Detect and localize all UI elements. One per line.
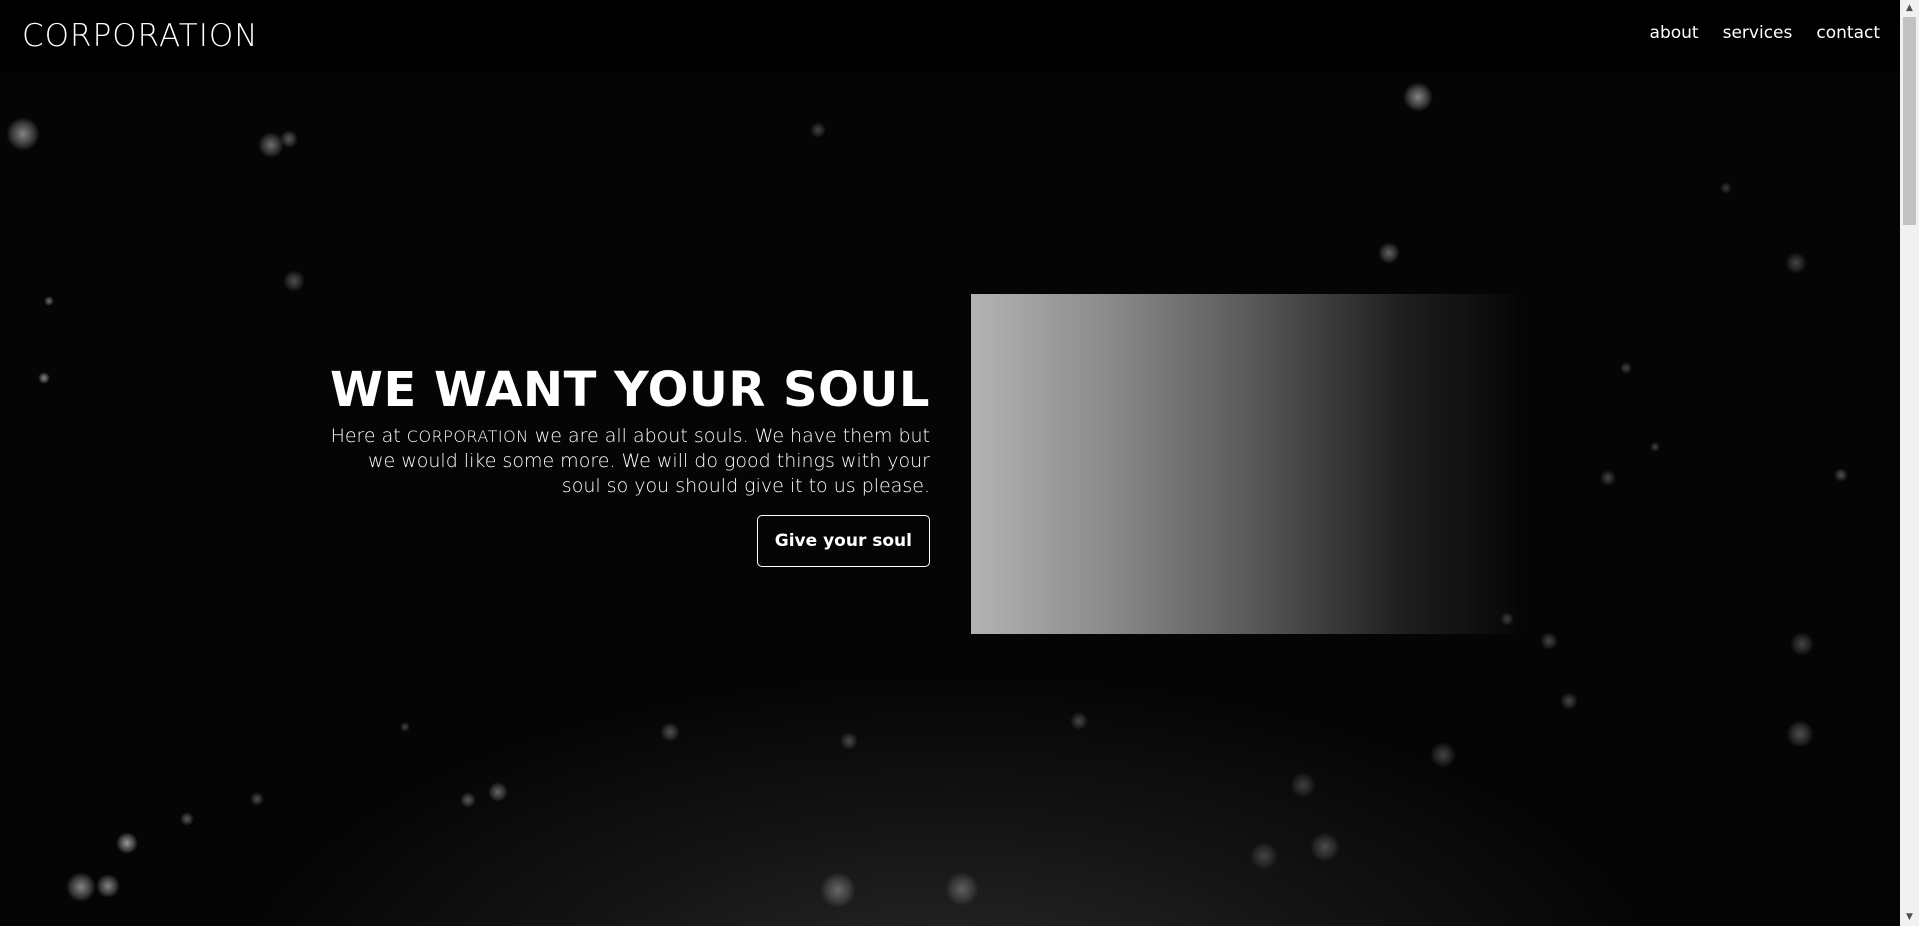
bokeh-background-image [0, 72, 1900, 926]
scrollbar-thumb[interactable] [1903, 17, 1916, 225]
nav-link-about[interactable]: about [1650, 22, 1699, 44]
site-header: CORPORATION about services contact [0, 0, 1900, 72]
hero-section: WE WANT YOUR SOUL Here at CORPORATION we… [0, 72, 1900, 926]
hero-gradient-image [971, 294, 1526, 634]
vertical-scrollbar[interactable]: ▲ ▼ [1900, 0, 1919, 926]
site-logo[interactable]: CORPORATION [22, 16, 258, 56]
nav-link-contact[interactable]: contact [1816, 22, 1880, 44]
hero-title: WE WANT YOUR SOUL [330, 362, 930, 418]
give-your-soul-button[interactable]: Give your soul [756, 515, 930, 567]
hero-description: Here at CORPORATION we are all about sou… [330, 424, 930, 499]
hero-text-block: WE WANT YOUR SOUL Here at CORPORATION we… [330, 362, 930, 567]
main-nav: about services contact [1650, 22, 1880, 44]
nav-link-services[interactable]: services [1723, 22, 1793, 44]
page-viewport: CORPORATION about services contact WE WA… [0, 0, 1900, 926]
scroll-down-icon[interactable]: ▼ [1900, 909, 1919, 926]
scroll-up-icon[interactable]: ▲ [1900, 0, 1919, 17]
hero-description-start: Here at [330, 425, 407, 447]
inline-corporation-logo: CORPORATION [406, 427, 529, 446]
